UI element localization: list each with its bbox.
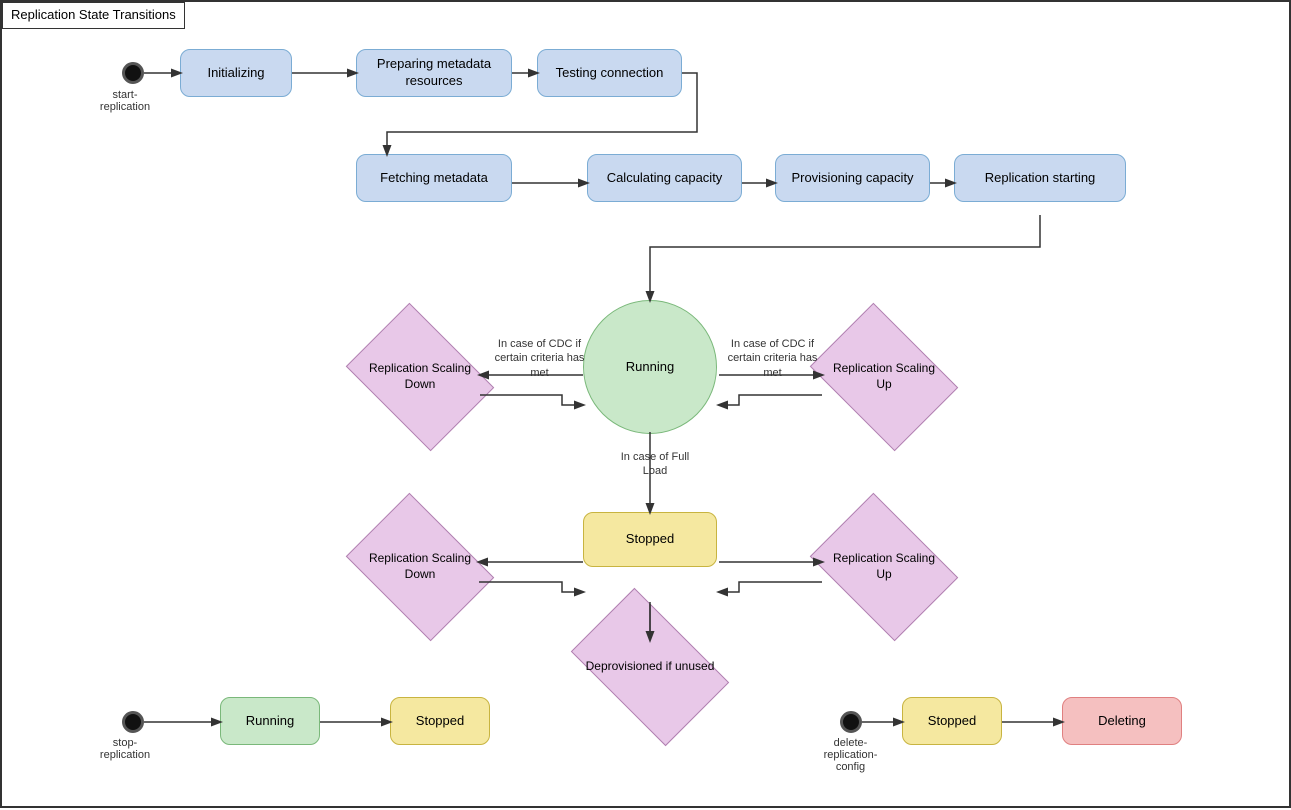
delete-replication-node [840,711,862,733]
deprovisioned-diamond: Deprovisioned if unused [583,622,717,712]
scaling-down-bottom-diamond: Replication Scaling Down [360,522,480,612]
preparing-metadata-state: Preparing metadata resources [356,49,512,97]
testing-connection-state: Testing connection [537,49,682,97]
calculating-capacity-state: Calculating capacity [587,154,742,202]
provisioning-capacity-state: Provisioning capacity [775,154,930,202]
start-replication-label: start-replication [90,89,160,113]
stop-replication-label: stop-replication [90,737,160,761]
cdc-left-top-label: In case of CDC if certain criteria has m… [492,337,587,380]
scaling-up-top-diamond: Replication Scaling Up [824,332,944,422]
replication-starting-state: Replication starting [954,154,1126,202]
cdc-right-top-label: In case of CDC if certain criteria has m… [725,337,820,380]
running-bottom-state: Running [220,697,320,745]
fetching-metadata-state: Fetching metadata [356,154,512,202]
stop-replication-node [122,711,144,733]
running-main-state: Running [583,300,717,434]
page-title: Replication State Transitions [2,2,185,29]
full-load-label: In case of Full Load [615,450,695,479]
stopped-bottom-right-state: Stopped [902,697,1002,745]
initializing-state: Initializing [180,49,292,97]
scaling-up-bottom-diamond: Replication Scaling Up [824,522,944,612]
stopped-bottom-left-state: Stopped [390,697,490,745]
start-node [122,62,144,84]
scaling-down-top-diamond: Replication Scaling Down [360,332,480,422]
delete-replication-label: delete-replication- config [808,737,893,773]
stopped-main-state: Stopped [583,512,717,567]
deleting-state: Deleting [1062,697,1182,745]
